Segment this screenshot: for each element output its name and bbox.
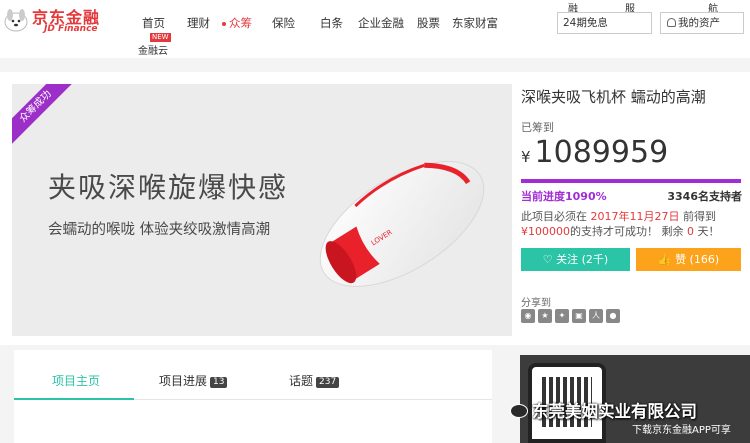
project-image[interactable]: 众筹成功 夹吸深喉旋爆快感 会蠕动的喉咙 体验夹绞吸激情高潮 LOVER	[12, 84, 512, 336]
nav-item-wealth[interactable]: 理财	[187, 15, 210, 31]
user-icon	[667, 18, 676, 27]
app-promo-text: 下载京东金融APP可享	[632, 425, 731, 436]
progress-label: 当前进度1090%	[521, 190, 607, 203]
active-dot-icon	[222, 21, 226, 26]
success-ribbon: 众筹成功	[12, 84, 72, 144]
image-subline: 会蠕动的喉咙 体验夹绞吸激情高潮	[48, 222, 271, 238]
jd-finance-logo[interactable]: 京东金融 JD Finance	[0, 2, 120, 42]
nav-item-dongjia[interactable]: 东家财富	[452, 15, 498, 31]
top-header: 京东金融 JD Finance 融 服 航 首页 理财 众筹 保险 白条 企业金…	[0, 0, 750, 58]
active-tab-underline	[14, 398, 134, 400]
raised-amount-value: 1089959	[534, 135, 669, 170]
nav-item-finance-cloud[interactable]: 金融云	[138, 42, 168, 57]
raised-label: 已筹到	[521, 121, 554, 134]
tab-count-badge: 237	[316, 377, 340, 388]
raised-amount: ¥1089959	[521, 135, 668, 170]
backer-count: 3346名支持者	[667, 190, 742, 203]
tab-count-badge: 13	[210, 377, 228, 388]
tab-topics[interactable]: 话题 237	[289, 372, 340, 389]
qzone-icon[interactable]: ★	[538, 309, 552, 323]
like-button[interactable]: 👍 赞 (166)	[636, 248, 741, 271]
tab-label: 话题	[289, 374, 314, 388]
progress-fill	[521, 179, 741, 183]
douban-icon[interactable]: ▣	[572, 309, 586, 323]
nav-item-stocks[interactable]: 股票	[417, 15, 440, 31]
nav-item-home[interactable]: 首页	[142, 15, 165, 31]
note-days: 0	[687, 225, 694, 238]
wechat-icon[interactable]: ●	[606, 309, 620, 323]
nav-item-baitiao[interactable]: 白条	[320, 15, 343, 31]
like-label: 赞 (166)	[675, 253, 720, 266]
nav-item-crowdfunding[interactable]: 众筹	[222, 15, 252, 31]
success-ribbon-label: 众筹成功	[12, 84, 72, 144]
nav-item-insurance[interactable]: 保险	[272, 15, 295, 31]
note-text: 前得到	[683, 210, 716, 223]
my-assets-label: 我的资产	[678, 17, 720, 29]
nav-item-enterprise[interactable]: 企业金融	[358, 15, 404, 31]
note-date: 2017年11月27日	[590, 210, 680, 223]
share-label: 分享到	[521, 298, 551, 309]
dog-mascot-icon	[4, 9, 28, 32]
project-tabs: 项目主页 项目进展 13 话题 237	[14, 350, 492, 443]
project-panel: 众筹成功 夹吸深喉旋爆快感 会蠕动的喉咙 体验夹绞吸激情高潮 LOVER 深喉夹…	[0, 72, 750, 345]
deadline-note: 此项目必须在 2017年11月27日 前得到 ¥100000的支持才可成功！ 剩…	[521, 209, 720, 239]
logo-text-en: JD Finance	[44, 24, 98, 34]
thumbs-up-icon: 👍	[657, 253, 676, 266]
watermark-text: 东莞美姻实业有限公司	[532, 402, 697, 421]
star-icon[interactable]: ✦	[555, 309, 569, 323]
product-illustration: LOVER	[319, 161, 485, 287]
follow-button[interactable]: ♡ 关注 (2千)	[521, 248, 630, 271]
watermark: 东莞美姻实业有限公司	[510, 398, 697, 422]
follow-label: 关注 (2千)	[556, 253, 609, 266]
tab-project-progress[interactable]: 项目进展 13	[159, 372, 228, 389]
weibo-icon[interactable]: ◉	[521, 309, 535, 323]
renren-icon[interactable]: 人	[589, 309, 603, 323]
currency-symbol: ¥	[521, 148, 531, 166]
note-text: 的支持才可成功！ 剩余	[570, 225, 684, 238]
new-badge: NEW	[150, 33, 171, 42]
note-text: 此项目必须在	[521, 210, 587, 223]
note-goal: ¥100000	[521, 225, 570, 238]
heart-icon: ♡	[542, 253, 557, 266]
my-assets-button[interactable]: 我的资产	[660, 12, 744, 34]
note-text: 天！	[697, 225, 720, 238]
progress-bar	[521, 179, 741, 183]
project-title: 深喉夹吸飞机杯 蠕动的高潮	[521, 88, 706, 106]
tab-project-home[interactable]: 项目主页	[52, 372, 100, 389]
tab-label: 项目进展	[159, 374, 208, 388]
wechat-watermark-icon	[510, 404, 528, 418]
search-input[interactable]: 24期免息	[557, 12, 652, 34]
image-headline: 夹吸深喉旋爆快感	[48, 171, 289, 204]
nav-item-label: 众筹	[229, 16, 252, 30]
